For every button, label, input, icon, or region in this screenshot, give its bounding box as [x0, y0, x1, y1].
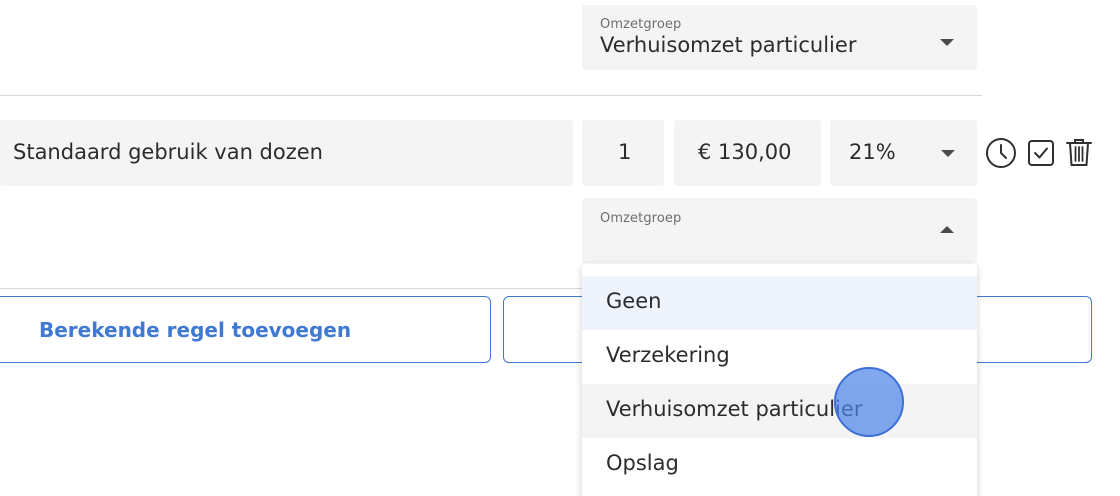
- click-indicator: [834, 367, 904, 437]
- dropdown-option-opslag[interactable]: Opslag: [582, 438, 977, 492]
- omzetgroep-label: Omzetgroep: [600, 211, 682, 226]
- description-input[interactable]: Standaard gebruik van dozen: [0, 120, 573, 186]
- omzetgroep-select-top[interactable]: Omzetgroep Verhuisomzet particulier: [582, 5, 977, 70]
- description-value: Standaard gebruik van dozen: [13, 140, 323, 164]
- clock-icon[interactable]: [985, 137, 1017, 169]
- option-label: Verhuisomzet particulier: [606, 397, 863, 421]
- chevron-down-icon: [941, 150, 955, 157]
- quantity-value: 1: [618, 140, 632, 164]
- option-label: Opslag: [606, 451, 679, 475]
- add-calculated-line-button[interactable]: Berekende regel toevoegen: [0, 296, 491, 363]
- option-label: Geen: [606, 289, 662, 313]
- option-label: Verzekering: [606, 343, 730, 367]
- dropdown-option-geen[interactable]: Geen: [582, 276, 977, 330]
- dropdown-option-verzekering[interactable]: Verzekering: [582, 330, 977, 384]
- price-input[interactable]: € 130,00: [674, 120, 821, 186]
- omzetgroep-value: Verhuisomzet particulier: [600, 33, 857, 57]
- section-divider: [0, 288, 582, 289]
- vat-select[interactable]: 21%: [830, 120, 977, 186]
- chevron-down-icon: [940, 39, 954, 46]
- quantity-input[interactable]: 1: [582, 120, 664, 186]
- omzetgroep-select-open[interactable]: Omzetgroep: [582, 198, 977, 263]
- price-value: € 130,00: [698, 140, 792, 164]
- omzetgroep-label: Omzetgroep: [600, 17, 682, 32]
- dropdown-option-verhuisomzet-particulier[interactable]: Verhuisomzet particulier: [582, 384, 977, 438]
- add-calculated-line-label: Berekende regel toevoegen: [39, 318, 352, 342]
- omzetgroep-dropdown-menu: Geen Verzekering Verhuisomzet particulie…: [582, 264, 977, 496]
- section-divider: [0, 95, 982, 96]
- trash-icon[interactable]: [1064, 136, 1094, 168]
- vat-value: 21%: [849, 140, 896, 164]
- chevron-up-icon: [940, 226, 954, 233]
- checkbox-icon[interactable]: [1027, 139, 1055, 167]
